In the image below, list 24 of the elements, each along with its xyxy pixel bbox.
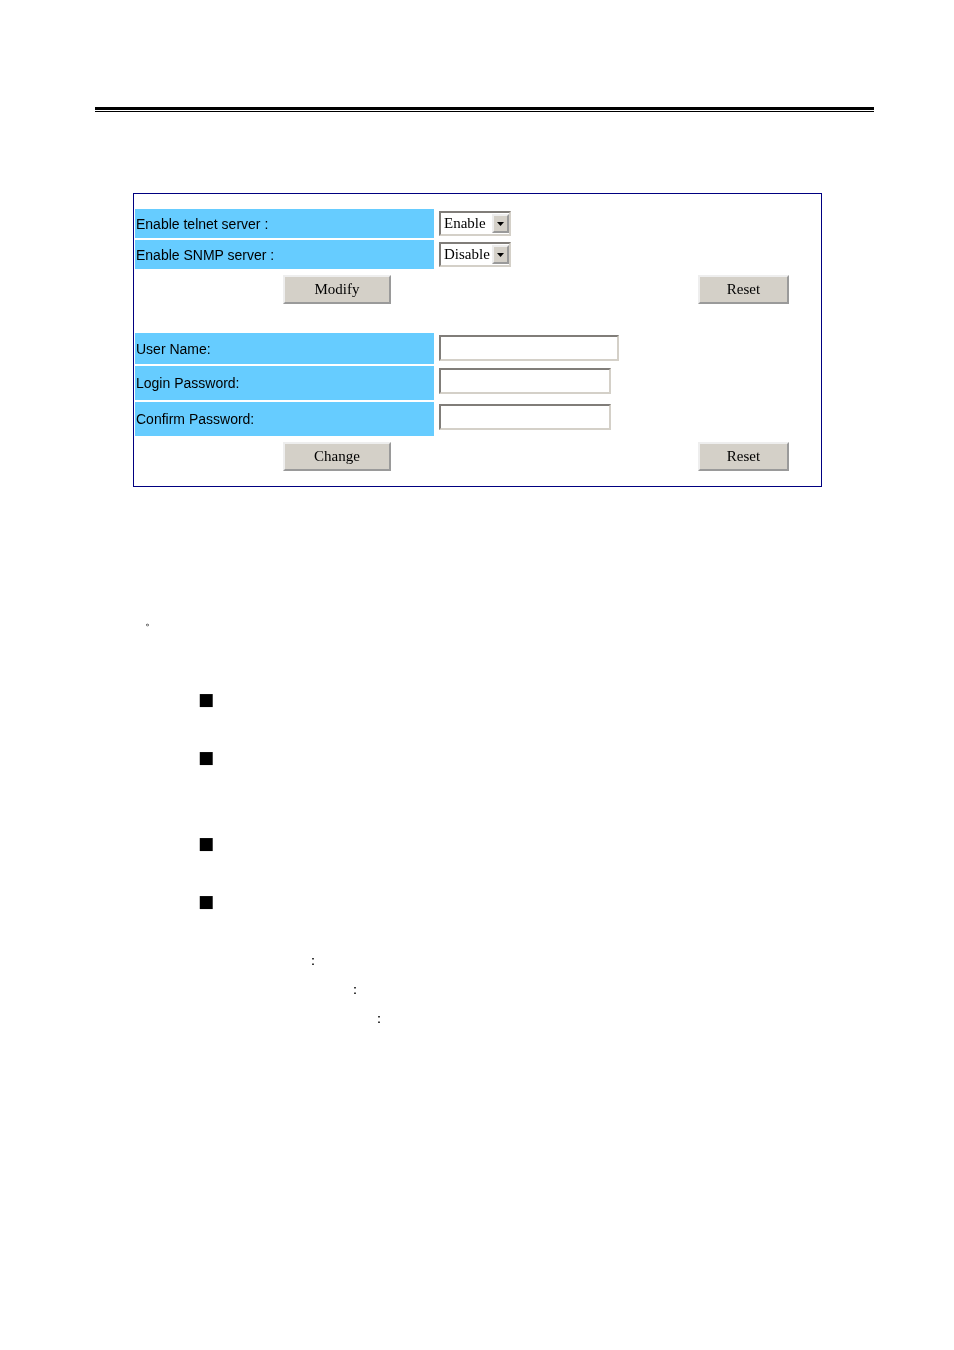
dropdown[interactable]: Disable <box>439 242 511 267</box>
bullet-mark: ■ <box>198 833 216 853</box>
input-field[interactable] <box>439 335 619 361</box>
caret-icon <box>492 214 509 233</box>
change-button[interactable]: Change <box>283 442 391 471</box>
colon-mark: ： <box>306 951 321 969</box>
field-label: Confirm Password: <box>135 402 434 436</box>
reset-button[interactable]: Reset <box>698 442 789 471</box>
caret-icon <box>492 245 509 264</box>
bullet-mark: ■ <box>198 747 216 767</box>
input-field[interactable] <box>439 404 611 430</box>
period-mark: 。 <box>145 613 158 629</box>
dropdown[interactable]: Enable <box>439 211 511 236</box>
reset-button[interactable]: Reset <box>698 275 789 304</box>
bullet-mark: ■ <box>198 891 216 911</box>
colon-mark: ： <box>348 980 363 998</box>
field-label: Login Password: <box>135 366 434 400</box>
colon-mark: ： <box>372 1009 387 1027</box>
field-label: User Name: <box>135 333 434 364</box>
field-label: Enable telnet server : <box>135 209 434 238</box>
modify-button[interactable]: Modify <box>283 275 391 304</box>
bullet-mark: ■ <box>198 689 216 709</box>
input-field[interactable] <box>439 368 611 394</box>
field-label: Enable SNMP server : <box>135 240 434 269</box>
